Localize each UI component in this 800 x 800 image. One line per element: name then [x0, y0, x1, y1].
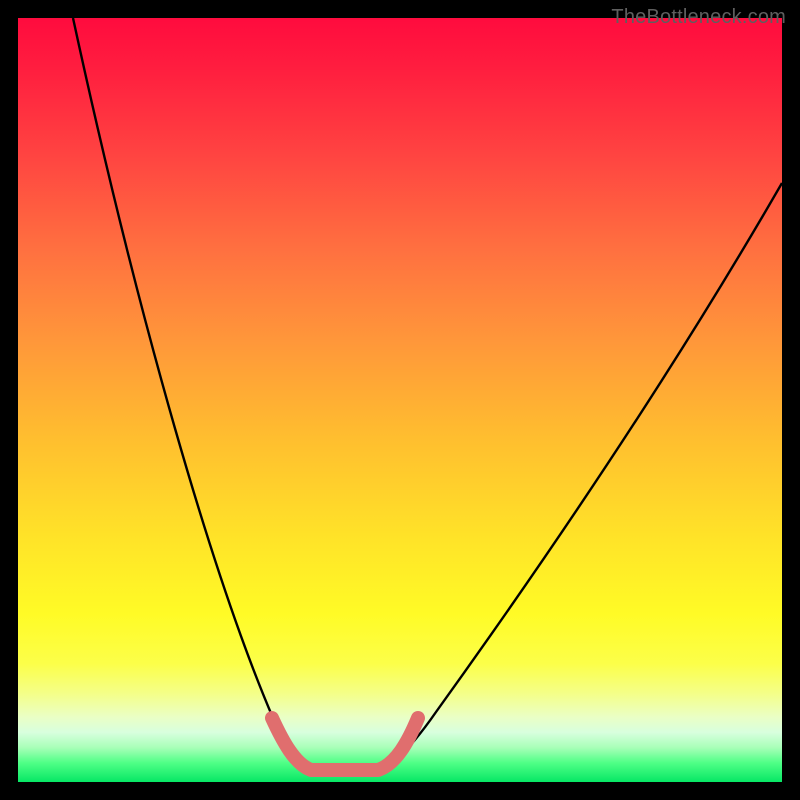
watermark-text: TheBottleneck.com [611, 6, 786, 29]
gradient-background [18, 18, 782, 782]
chart-svg [18, 18, 782, 782]
chart-plot-area [18, 18, 782, 782]
chart-stage: TheBottleneck.com [0, 0, 800, 800]
